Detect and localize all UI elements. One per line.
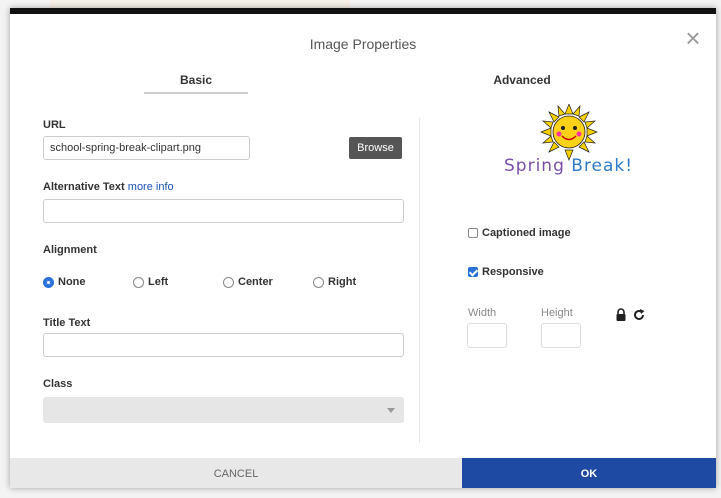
alignment-option-label: Center <box>238 276 273 288</box>
browse-button[interactable]: Browse <box>349 137 402 159</box>
alignment-option-label: Right <box>328 276 357 288</box>
close-icon[interactable]: × <box>682 25 704 51</box>
alt-text-label-text: Alternative Text <box>43 181 125 193</box>
checkbox-checked-icon <box>468 267 478 277</box>
tab-advanced[interactable]: Advanced <box>470 73 574 87</box>
width-input[interactable] <box>467 323 507 348</box>
radio-icon <box>313 276 324 288</box>
captioned-image-label: Captioned image <box>482 227 571 239</box>
captioned-image-checkbox[interactable]: Captioned image <box>468 227 571 239</box>
chevron-down-icon <box>387 408 395 413</box>
alt-text-input[interactable] <box>43 199 404 223</box>
class-select[interactable] <box>43 397 404 423</box>
alignment-radio-left[interactable]: Left <box>133 276 168 288</box>
ok-button[interactable]: OK <box>462 458 716 488</box>
width-label: Width <box>468 307 497 319</box>
alt-text-more-info-link[interactable]: more info <box>128 181 174 193</box>
title-text-input[interactable] <box>43 333 404 357</box>
class-label: Class <box>43 378 73 390</box>
reset-size-icon[interactable] <box>632 308 646 322</box>
lock-icon[interactable] <box>614 308 628 322</box>
alignment-option-label: Left <box>148 276 169 288</box>
responsive-label: Responsive <box>482 266 544 278</box>
height-label: Height <box>541 307 573 319</box>
url-input[interactable] <box>43 136 250 160</box>
dialog-top-edge <box>10 8 716 14</box>
alt-text-label: Alternative Text more info <box>43 181 174 193</box>
tab-basic[interactable]: Basic <box>144 73 248 87</box>
radio-selected-icon <box>43 276 54 288</box>
image-preview: Spring Break! <box>494 103 649 188</box>
alignment-option-label: None <box>58 276 86 288</box>
url-label: URL <box>43 119 66 131</box>
title-text-label: Title Text <box>43 317 91 329</box>
spring-break-caption: Spring Break! <box>504 156 654 176</box>
radio-icon <box>133 276 144 288</box>
cancel-button[interactable]: CANCEL <box>10 458 462 488</box>
active-tab-indicator <box>144 92 248 94</box>
alignment-label: Alignment <box>43 244 97 256</box>
image-properties-dialog: Image Properties × Basic Advanced URL Br… <box>10 8 716 488</box>
radio-icon <box>223 276 234 288</box>
caption-word-spring: Spring <box>504 156 565 176</box>
alignment-radio-center[interactable]: Center <box>223 276 273 288</box>
checkbox-icon <box>468 228 478 238</box>
responsive-checkbox[interactable]: Responsive <box>468 266 544 278</box>
caption-word-break: Break! <box>571 156 634 176</box>
alignment-radio-right[interactable]: Right <box>313 276 356 288</box>
column-divider <box>419 118 420 443</box>
dialog-title: Image Properties <box>309 36 417 52</box>
height-input[interactable] <box>541 323 581 348</box>
alignment-radio-none[interactable]: None <box>43 276 86 288</box>
